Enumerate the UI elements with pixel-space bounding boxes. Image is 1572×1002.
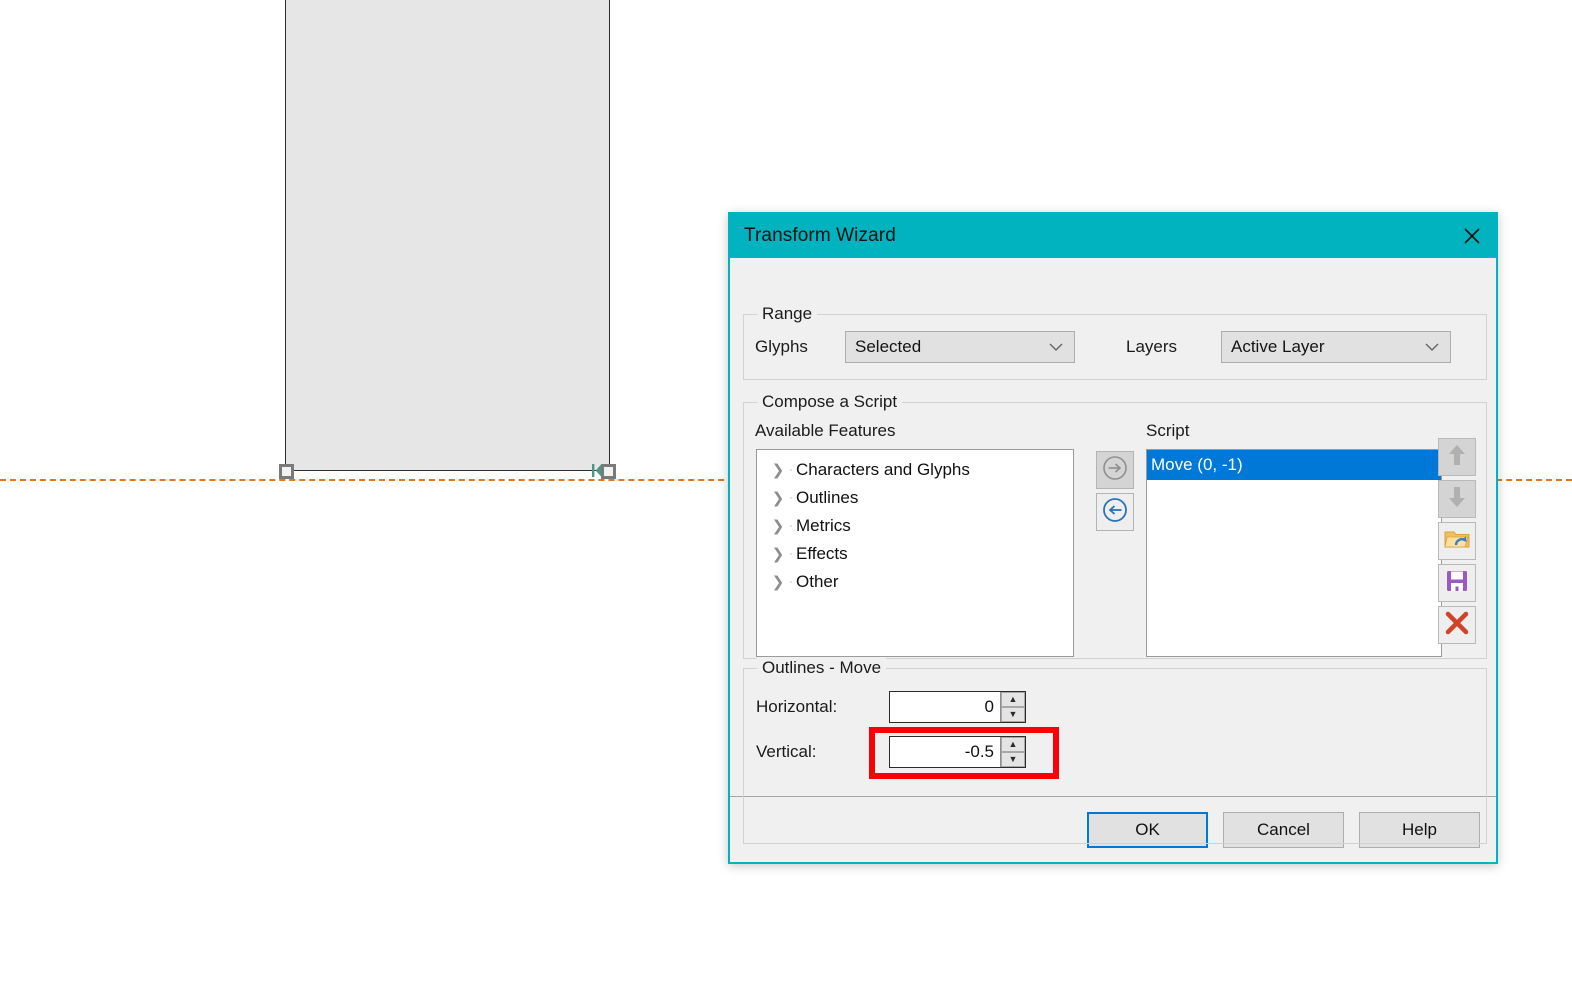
- layers-select[interactable]: Active Layer: [1221, 331, 1451, 363]
- move-up-icon: [1445, 442, 1469, 473]
- node-bottom-left[interactable]: [279, 464, 294, 479]
- script-item-label: Move (0, -1): [1151, 455, 1243, 474]
- tree-item-outlines[interactable]: ❯ · Outlines: [757, 484, 1073, 512]
- move-script-down-button[interactable]: [1438, 480, 1476, 518]
- dialog-body: Range Glyphs Selected Layers Active Laye…: [730, 258, 1496, 844]
- chevron-right-icon[interactable]: ❯: [769, 489, 787, 507]
- arrow-right-circle-icon: [1102, 455, 1128, 486]
- vertical-spin-up[interactable]: ▲: [1001, 737, 1025, 752]
- remove-from-script-button[interactable]: [1096, 493, 1134, 531]
- horizontal-spin-up[interactable]: ▲: [1001, 692, 1025, 707]
- add-to-script-button[interactable]: [1096, 451, 1134, 489]
- chevron-right-icon[interactable]: ❯: [769, 573, 787, 591]
- layers-select-value: Active Layer: [1231, 337, 1325, 356]
- script-list-item[interactable]: Move (0, -1): [1147, 450, 1441, 480]
- vertical-spin-buttons: ▲ ▼: [1000, 737, 1025, 767]
- app-root: Transform Wizard Range Glyphs Selected L…: [0, 0, 1572, 1002]
- open-script-button[interactable]: [1438, 522, 1476, 560]
- compose-script-group: Compose a Script Available Features Scri…: [743, 392, 1487, 659]
- vertical-label: Vertical:: [756, 742, 817, 761]
- save-floppy-icon: [1445, 569, 1469, 598]
- tree-item-label: Outlines: [796, 488, 859, 507]
- tree-connector: ·: [789, 520, 793, 532]
- chevron-down-icon: [1425, 337, 1439, 357]
- transform-wizard-dialog: Transform Wizard Range Glyphs Selected L…: [728, 212, 1498, 864]
- outlines-move-group-title: Outlines - Move: [757, 658, 887, 678]
- chevron-right-icon[interactable]: ❯: [769, 545, 787, 563]
- vertical-spin-down[interactable]: ▼: [1001, 752, 1025, 767]
- tree-connector: ·: [789, 548, 793, 560]
- open-folder-icon: [1444, 527, 1470, 556]
- script-list[interactable]: Move (0, -1): [1146, 449, 1442, 657]
- tree-connector: ·: [789, 464, 793, 476]
- tree-connector: ·: [789, 576, 793, 588]
- tree-connector: ·: [789, 492, 793, 504]
- range-group: Range Glyphs Selected Layers Active Laye…: [743, 304, 1487, 380]
- tree-item-metrics[interactable]: ❯ · Metrics: [757, 512, 1073, 540]
- glyphs-select[interactable]: Selected: [845, 331, 1075, 363]
- dialog-titlebar[interactable]: Transform Wizard: [730, 214, 1496, 258]
- dialog-title: Transform Wizard: [744, 225, 896, 246]
- horizontal-spin-buttons: ▲ ▼: [1000, 692, 1025, 722]
- move-script-up-button[interactable]: [1438, 438, 1476, 476]
- range-group-title: Range: [757, 304, 818, 324]
- layers-label: Layers: [1126, 337, 1178, 356]
- available-features-label: Available Features: [755, 421, 896, 440]
- delete-x-icon: [1444, 610, 1470, 641]
- tree-item-characters-and-glyphs[interactable]: ❯ · Characters and Glyphs: [757, 456, 1073, 484]
- vertical-stepper[interactable]: -0.5 ▲ ▼: [889, 736, 1026, 768]
- compose-script-group-title: Compose a Script: [757, 392, 903, 412]
- horizontal-stepper[interactable]: 0 ▲ ▼: [889, 691, 1026, 723]
- node-direction-marker-icon: [592, 464, 602, 477]
- glyphs-select-value: Selected: [855, 337, 922, 356]
- tree-item-other[interactable]: ❯ · Other: [757, 568, 1073, 596]
- tree-item-label: Other: [796, 572, 839, 591]
- save-script-button[interactable]: [1438, 564, 1476, 602]
- available-features-list[interactable]: ❯ · Characters and Glyphs ❯ · Outlines ❯…: [756, 449, 1074, 657]
- chevron-down-icon: [1049, 337, 1063, 357]
- tree-item-effects[interactable]: ❯ · Effects: [757, 540, 1073, 568]
- tree-item-label: Effects: [796, 544, 848, 563]
- close-icon: [1462, 226, 1482, 246]
- tree-item-label: Characters and Glyphs: [796, 460, 970, 479]
- horizontal-input[interactable]: 0: [890, 692, 1000, 722]
- chevron-right-icon[interactable]: ❯: [769, 517, 787, 535]
- node-bottom-right[interactable]: [601, 464, 616, 479]
- close-button[interactable]: [1448, 214, 1496, 258]
- tree-item-label: Metrics: [796, 516, 851, 535]
- horizontal-spin-down[interactable]: ▼: [1001, 707, 1025, 722]
- script-label: Script: [1146, 421, 1190, 440]
- glyphs-label: Glyphs: [755, 337, 808, 356]
- delete-script-button[interactable]: [1438, 606, 1476, 644]
- move-down-icon: [1445, 484, 1469, 515]
- glyph-outline-rectangle[interactable]: [285, 0, 610, 471]
- horizontal-label: Horizontal:: [756, 697, 838, 716]
- outlines-move-group: Outlines - Move Horizontal: 0 ▲ ▼ Vertic…: [743, 658, 1487, 844]
- chevron-right-icon[interactable]: ❯: [769, 461, 787, 479]
- arrow-left-circle-icon: [1102, 497, 1128, 528]
- vertical-input[interactable]: -0.5: [890, 737, 1000, 767]
